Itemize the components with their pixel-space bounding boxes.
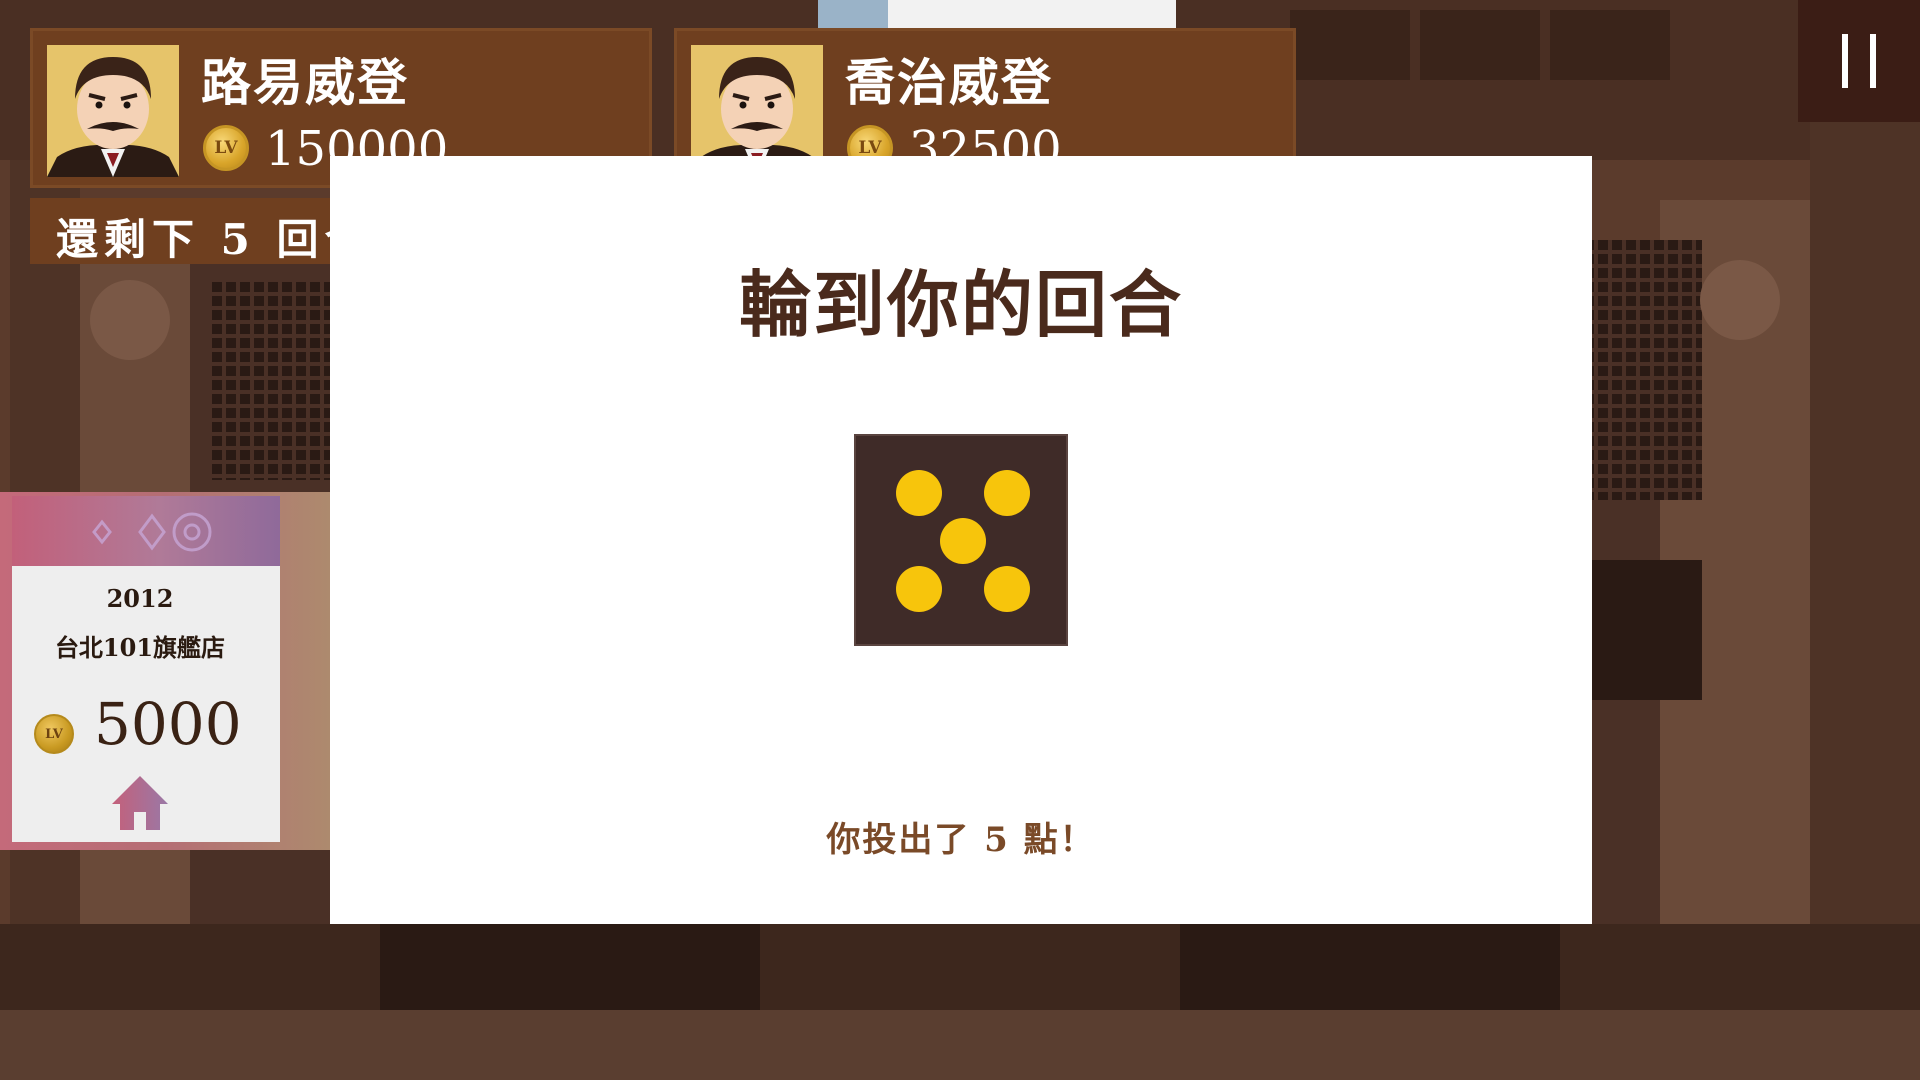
pause-button[interactable] [1798,0,1920,122]
card-header [12,496,280,566]
die-pip [940,518,986,564]
pause-icon [1842,34,1876,88]
die-pip [984,470,1030,516]
die-pip [896,566,942,612]
roll-result-text: 你投出了 5 點！ [826,820,1096,860]
store-price: 5000 [94,690,242,758]
die-icon[interactable] [854,434,1068,646]
coin-icon: LV [34,714,74,754]
turn-dialog: 輪到你的回合 你投出了 5 點！ [330,156,1592,924]
coin-icon: LV [203,125,249,171]
store-name: 台北101旗艦店 [54,633,226,662]
store-card[interactable]: 2012 台北101旗艦店 LV 5000 [0,492,330,850]
card-body: 2012 台北101旗艦店 LV 5000 [12,566,280,842]
die-pip [896,470,942,516]
house-icon [112,776,168,830]
store-year: 2012 [106,584,174,613]
portrait-icon [47,45,179,177]
monogram-flower-icon [92,512,212,552]
player-2-name: 喬治威登 [845,53,1053,112]
player-1-portrait [47,45,179,177]
die-pip [984,566,1030,612]
player-1-name: 路易威登 [201,53,409,112]
dialog-title: 輪到你的回合 [738,262,1183,347]
